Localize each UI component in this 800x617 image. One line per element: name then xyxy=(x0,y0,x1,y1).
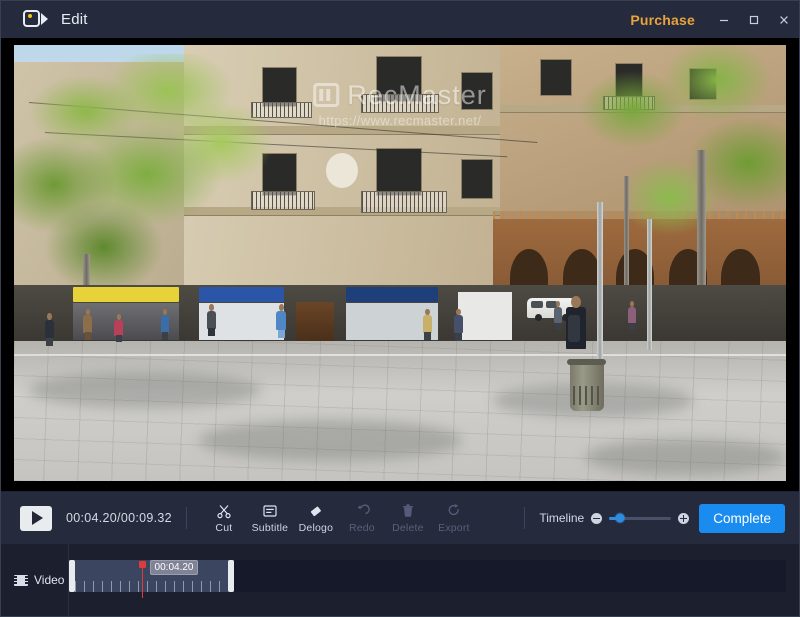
video-stage: RecMaster https://www.recmaster.net/ xyxy=(1,38,799,491)
edit-window: Edit Purchase RecMaster https://www.recm… xyxy=(0,0,800,617)
video-track-label: Video xyxy=(34,573,65,587)
delete-tool: Delete xyxy=(385,502,431,534)
pedestrian-with-backpack xyxy=(565,295,586,361)
backpack xyxy=(567,315,581,343)
toolbar-divider-right xyxy=(524,507,526,529)
cut-tool[interactable]: Cut xyxy=(201,502,247,534)
play-icon xyxy=(32,511,43,525)
title-bar-left: Edit xyxy=(1,10,88,29)
clip-trim-handle-right[interactable] xyxy=(227,560,234,592)
purchase-button[interactable]: Purchase xyxy=(616,12,709,28)
title-bar: Edit Purchase xyxy=(1,1,799,38)
shop-door xyxy=(295,301,335,342)
pedestrian-child xyxy=(276,303,287,339)
maximize-icon xyxy=(749,15,759,24)
subtitle-icon xyxy=(262,502,278,519)
trash-icon xyxy=(400,502,416,519)
pedestrian xyxy=(627,300,636,331)
timeline-zoom-knob[interactable] xyxy=(615,513,625,523)
pedestrian xyxy=(44,312,54,347)
delogo-tool[interactable]: Delogo xyxy=(293,502,339,534)
pedestrian xyxy=(207,304,216,337)
video-preview[interactable]: RecMaster https://www.recmaster.net/ xyxy=(14,45,786,481)
cut-tool-label: Cut xyxy=(215,522,233,534)
eraser-icon xyxy=(308,502,324,519)
bollard xyxy=(647,219,653,351)
pedestrian xyxy=(454,308,464,341)
timeline-track-area[interactable]: 00:04.20 xyxy=(69,544,799,616)
maximize-button[interactable] xyxy=(739,1,769,38)
shop-front xyxy=(454,285,516,342)
timeline-zoom-label: Timeline xyxy=(539,511,585,525)
timecode-display: 00:04.20/00:09.32 xyxy=(66,511,172,525)
export-tool: Export xyxy=(431,502,477,534)
play-button[interactable] xyxy=(20,505,52,531)
zoom-in-icon[interactable] xyxy=(678,512,690,524)
close-icon xyxy=(780,15,788,24)
delete-tool-label: Delete xyxy=(392,522,424,534)
pedestrian xyxy=(114,313,124,343)
export-tool-label: Export xyxy=(438,522,470,534)
tool-group: Cut Subtitle Delogo Redo Delete Export xyxy=(201,502,477,534)
playhead-time-label: 00:04.20 xyxy=(149,560,199,575)
pedestrian xyxy=(554,300,563,331)
minimize-icon xyxy=(720,19,728,21)
toolbar-divider xyxy=(185,507,187,529)
timeline-panel: Video 00:04.20 xyxy=(1,544,799,616)
video-camera-icon xyxy=(23,10,49,29)
complete-button[interactable]: Complete xyxy=(699,503,785,533)
close-button[interactable] xyxy=(769,1,799,38)
timeline-zoom-slider[interactable] xyxy=(609,513,672,523)
zoom-out-icon[interactable] xyxy=(591,512,603,524)
video-track-row[interactable]: 00:04.20 xyxy=(69,560,786,598)
film-strip-icon xyxy=(14,574,28,586)
pedestrian xyxy=(83,309,93,340)
shop-row xyxy=(14,284,786,342)
subtitle-tool[interactable]: Subtitle xyxy=(247,502,293,534)
delogo-tool-label: Delogo xyxy=(298,522,334,534)
timeline-zoom-group: Timeline xyxy=(539,511,690,525)
clip-tick-marks xyxy=(75,581,228,592)
video-track-header: Video xyxy=(1,544,69,616)
title-bar-right: Purchase xyxy=(616,1,799,38)
plaza-ground xyxy=(14,341,786,481)
trash-bin xyxy=(567,358,607,411)
pedestrian xyxy=(423,309,433,340)
redo-arrow-icon xyxy=(354,502,370,519)
playhead-knob[interactable] xyxy=(138,561,146,568)
redo-tool-label: Redo xyxy=(348,522,375,534)
export-icon xyxy=(446,502,462,519)
scissors-icon xyxy=(216,502,232,519)
minimize-button[interactable] xyxy=(709,1,739,38)
pedestrian xyxy=(160,309,169,340)
redo-tool: Redo xyxy=(339,502,385,534)
tree-right xyxy=(554,45,786,281)
lamp-post xyxy=(596,201,603,377)
editor-toolbar: 00:04.20/00:09.32 Cut Subtitle Delogo Re… xyxy=(1,491,799,544)
subtitle-tool-label: Subtitle xyxy=(251,522,289,534)
tree-left xyxy=(14,53,308,316)
window-title: Edit xyxy=(61,11,88,28)
playhead[interactable]: 00:04.20 xyxy=(138,560,199,598)
